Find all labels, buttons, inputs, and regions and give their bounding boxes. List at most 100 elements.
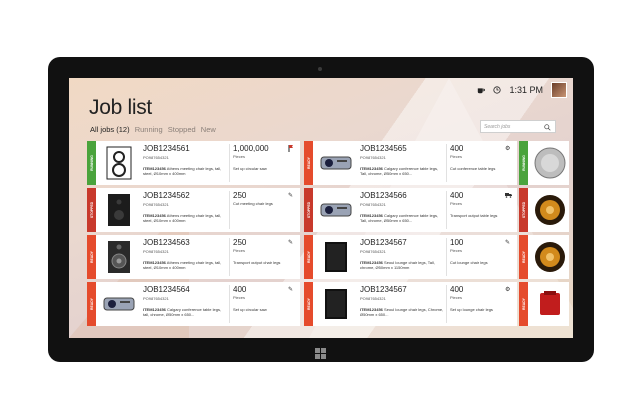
avatar[interactable] [551,82,567,98]
app-screen: Job list All jobs (12) Running Stopped N… [69,78,573,338]
filter-new[interactable]: New [201,125,216,134]
operation: Transport output table legs [450,213,498,218]
job-id: JOB1234564 [143,285,190,294]
quantity-unit: Pieces [450,248,463,253]
truck-icon [505,192,512,200]
status-badge: RUNNING [519,141,528,185]
quantity-unit: Pieces [233,248,246,253]
wrench-icon: ✎ [505,240,511,246]
quantity-unit: Pieces [450,295,463,300]
job-card[interactable]: STOPPED JOB1234562 PO98765432​1 ITEM1234… [87,188,300,232]
search-icon[interactable] [544,118,551,136]
job-card[interactable]: RUNNING JOB1234561 PO98765432​1 ITEM1234… [87,141,300,185]
product-thumbnail [532,239,568,275]
divider [446,238,447,276]
gear-icon: ⚙ [505,287,511,293]
page-title: Job list [89,96,152,119]
quantity: 400 [450,191,464,200]
product-thumbnail [318,286,354,322]
operation: Set up lounge chair legs [450,307,493,312]
job-card[interactable]: READY [519,282,569,326]
product-thumbnail [101,145,137,181]
item-description: ITEM123456 Calgary conference table legs… [143,307,222,317]
quantity: 250 [233,191,247,200]
product-thumbnail [101,239,137,275]
status-badge: RUNNING [87,141,96,185]
operation: Cut conference table legs [450,166,496,171]
job-card[interactable]: READY JOB1234567 PO98765432​1 ITEM123456… [304,235,517,279]
filter-stopped[interactable]: Stopped [168,125,196,134]
item-description: ITEM123456 Seoul lounge chair legs, Tall… [360,260,435,270]
product-thumbnail [101,192,137,228]
po-number: PO98765432​1 [143,202,169,207]
system-bar: 1:31 PM [477,82,567,98]
item-description: ITEM123456 Calgary conference table legs… [360,166,439,176]
quantity-unit: Pieces [450,201,463,206]
filter-bar: All jobs (12) Running Stopped New [90,125,219,134]
job-id: JOB1234567 [360,285,407,294]
job-card[interactable]: READY JOB1234564 PO98765432​1 ITEM123456… [87,282,300,326]
po-number: PO98765432​1 [143,155,169,160]
job-id: JOB1234567 [360,238,407,247]
product-thumbnail [318,192,354,228]
operation: Set up circular saw [233,166,267,171]
search-input[interactable] [481,123,544,130]
gear-icon: ⚙ [505,146,511,152]
divider [229,285,230,323]
job-card[interactable]: RUNNING [519,141,569,185]
po-number: PO98765432​1 [143,296,169,301]
divider [446,144,447,182]
status-badge: READY [304,141,313,185]
quantity: 400 [450,144,464,153]
status-badge: READY [87,235,96,279]
item-description: ITEM123456 Seoul lounge chair legs, Chro… [360,307,444,317]
operation: Set up circular saw [233,307,267,312]
divider [229,144,230,182]
operation: Cut meeting chair legs [233,201,273,206]
job-card[interactable]: READY [519,235,569,279]
quantity-unit: Pieces [233,295,246,300]
search-box[interactable] [480,120,556,133]
operation: Cut lounge chair legs [450,260,488,265]
camera [318,67,322,71]
status-badge: READY [304,235,313,279]
job-card[interactable]: READY JOB1234563 PO98765432​1 ITEM123456… [87,235,300,279]
wrench-icon: ✎ [288,240,294,246]
product-thumbnail [532,145,568,181]
po-number: PO98765432​1 [143,249,169,254]
status-badge: READY [87,282,96,326]
po-number: PO98765432​1 [360,296,386,301]
divider [446,285,447,323]
job-id: JOB1234565 [360,144,407,153]
quantity: 400 [233,285,247,294]
quantity-unit: Pieces [233,154,246,159]
product-thumbnail [532,192,568,228]
job-card[interactable]: READY JOB1234567 PO98765432​1 ITEM123456… [304,282,517,326]
job-id: JOB1234566 [360,191,407,200]
wrench-icon: ✎ [288,287,294,293]
windows-icon[interactable] [315,348,326,359]
quantity: 250 [233,238,247,247]
po-number: PO98765432​1 [360,202,386,207]
job-id: JOB1234563 [143,238,190,247]
product-thumbnail [101,286,137,322]
item-description: ITEM123456 Athens meeting chair legs, ta… [143,213,222,223]
po-number: PO98765432​1 [360,249,386,254]
status-badge: READY [519,235,528,279]
job-card[interactable]: READY JOB1234565 PO98765432​1 ITEM123456… [304,141,517,185]
job-card[interactable]: STOPPED JOB1234566 PO98765432​1 ITEM1234… [304,188,517,232]
clock-icon[interactable] [493,86,502,94]
divider [229,191,230,229]
wrench-icon: ✎ [288,193,294,199]
job-card[interactable]: STOPPED [519,188,569,232]
status-badge: STOPPED [304,188,313,232]
status-badge: READY [519,282,528,326]
po-number: PO98765432​1 [360,155,386,160]
filter-running[interactable]: Running [135,125,163,134]
filter-all[interactable]: All jobs (12) [90,125,130,134]
status-badge: STOPPED [87,188,96,232]
flag-icon [288,145,294,154]
divider [446,191,447,229]
quantity-unit: Pieces [450,154,463,159]
coffee-icon[interactable] [477,86,486,94]
